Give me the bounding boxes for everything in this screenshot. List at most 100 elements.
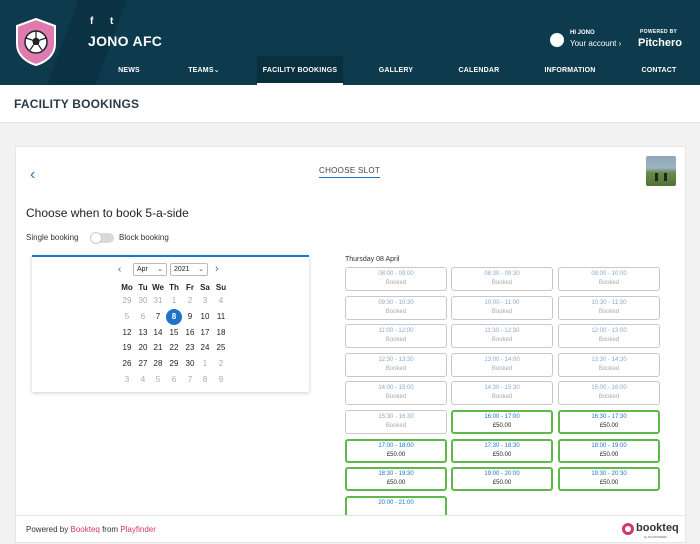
calendar-day[interactable]: 21 xyxy=(150,340,166,356)
calendar-day[interactable]: 16 xyxy=(182,325,198,341)
calendar-day[interactable]: 3 xyxy=(119,372,135,388)
twitter-icon[interactable]: t xyxy=(110,16,113,27)
calendar-day[interactable]: 5 xyxy=(119,309,135,325)
time-slot-booked[interactable]: 13:00 - 14:00 Booked xyxy=(451,352,553,377)
calendar-day[interactable]: 8 xyxy=(197,372,213,388)
nav-item-gallery[interactable]: GALLERY xyxy=(368,56,424,85)
calendar-day[interactable]: 13 xyxy=(135,325,151,341)
calendar-day[interactable]: 10 xyxy=(197,309,213,325)
pitchero-logo[interactable]: Pitchero xyxy=(638,37,682,49)
calendar-day[interactable]: 4 xyxy=(213,293,229,309)
time-slot-booked[interactable]: 14:00 - 15:00 Booked xyxy=(345,381,447,406)
calendar-day-selected[interactable]: 8 xyxy=(166,308,182,325)
booking-type-toggle[interactable] xyxy=(90,232,114,244)
nav-item-teams[interactable]: TEAMS⌄ xyxy=(176,56,232,85)
playfinder-link[interactable]: Playfinder xyxy=(120,525,156,534)
nav-item-facility-bookings[interactable]: FACILITY BOOKINGS xyxy=(257,56,343,85)
time-slot-available[interactable]: 19:00 - 20:00 £50.00 xyxy=(451,467,553,492)
calendar-day[interactable]: 15 xyxy=(166,325,182,341)
calendar-day[interactable]: 25 xyxy=(213,340,229,356)
bookteq-link[interactable]: Bookteq xyxy=(70,525,99,534)
time-slot-available[interactable]: 18:00 - 19:00 £50.00 xyxy=(558,438,660,463)
time-slot-available[interactable]: 16:00 - 17:00 £50.00 xyxy=(451,410,553,434)
time-slot-booked[interactable]: 14:30 - 15:30 Booked xyxy=(451,381,553,406)
time-slot-available[interactable]: 18:30 - 19:30 £50.00 xyxy=(345,467,447,492)
nav-item-information[interactable]: INFORMATION xyxy=(536,56,604,85)
calendar-day[interactable]: 5 xyxy=(150,372,166,388)
time-slot-booked[interactable]: 13:30 - 14:30 Booked xyxy=(558,352,660,377)
calendar-day[interactable]: 1 xyxy=(166,293,182,309)
time-slot-booked[interactable]: 08:00 - 09:00 Booked xyxy=(345,267,447,291)
time-slot-available[interactable]: 19:30 - 20:30 £50.00 xyxy=(558,467,660,492)
calendar-day[interactable]: 7 xyxy=(182,372,198,388)
time-slot-booked[interactable]: 10:00 - 11:00 Booked xyxy=(451,295,553,320)
calendar-day[interactable]: 30 xyxy=(135,293,151,309)
calendar-day[interactable]: 30 xyxy=(182,356,198,372)
calendar-day[interactable]: 3 xyxy=(197,293,213,309)
next-month-icon[interactable]: › xyxy=(215,263,219,275)
weekday-header: Sa xyxy=(200,283,210,292)
account-link[interactable]: Your account › xyxy=(570,39,621,48)
time-slot-booked[interactable]: 15:30 - 16:30 Booked xyxy=(345,410,447,434)
time-slot-booked[interactable]: 11:30 - 12:30 Booked xyxy=(451,324,553,349)
calendar-day[interactable]: 6 xyxy=(166,372,182,388)
calendar-day[interactable]: 28 xyxy=(150,356,166,372)
calendar-day[interactable]: 12 xyxy=(119,325,135,341)
bookteq-logo[interactable]: bookteq by PLAYFINDER xyxy=(622,520,679,540)
time-slot-booked[interactable]: 10:30 - 11:30 Booked xyxy=(558,295,660,320)
calendar-day[interactable]: 29 xyxy=(119,293,135,309)
calendar-day[interactable]: 27 xyxy=(135,356,151,372)
calendar-day[interactable]: 6 xyxy=(135,309,151,325)
calendar-day[interactable]: 29 xyxy=(166,356,182,372)
calendar-day[interactable]: 20 xyxy=(135,340,151,356)
account-menu[interactable]: HI JONO Your account › xyxy=(550,29,630,51)
calendar-day[interactable]: 22 xyxy=(166,340,182,356)
slot-time: 08:30 - 09:30 xyxy=(484,271,520,277)
time-slot-booked[interactable]: 12:30 - 13:30 Booked xyxy=(345,352,447,377)
time-slot-booked[interactable]: 12:00 - 13:00 Booked xyxy=(558,324,660,349)
calendar-day[interactable]: 31 xyxy=(150,293,166,309)
time-slot-booked[interactable]: 11:00 - 12:00 Booked xyxy=(345,324,447,349)
single-booking-label: Single booking xyxy=(26,233,79,242)
slot-price: £50.00 xyxy=(492,423,512,429)
facility-thumbnail[interactable] xyxy=(646,156,676,186)
nav-item-calendar[interactable]: CALENDAR xyxy=(450,56,508,85)
calendar-day[interactable]: 17 xyxy=(197,325,213,341)
month-select[interactable]: Apr ⌄ xyxy=(133,263,167,276)
slot-status: Booked xyxy=(491,365,513,372)
calendar-day[interactable]: 14 xyxy=(150,325,166,341)
time-slot-available[interactable]: 17:00 - 18:00 £50.00 xyxy=(345,438,447,463)
calendar-day[interactable]: 24 xyxy=(197,340,213,356)
prev-month-icon[interactable]: ‹ xyxy=(118,264,121,275)
footer-credit: Powered by Bookteq from Playfinder xyxy=(26,525,156,534)
calendar-day[interactable]: 19 xyxy=(119,340,135,356)
time-slot-booked[interactable]: 08:30 - 09:30 Booked xyxy=(451,267,553,291)
slot-time: 15:00 - 16:00 xyxy=(591,385,627,392)
time-slot-booked[interactable]: 09:00 - 10:00 Booked xyxy=(558,267,660,291)
facebook-icon[interactable]: f xyxy=(90,16,93,27)
calendar-day[interactable]: 9 xyxy=(213,372,229,388)
slot-time: 10:00 - 11:00 xyxy=(484,299,520,306)
calendar-day[interactable]: 2 xyxy=(213,356,229,372)
calendar-day[interactable]: 26 xyxy=(119,356,135,372)
widget-footer: Powered by Bookteq from Playfinder bookt… xyxy=(16,515,685,542)
time-slot-booked[interactable]: 15:00 - 16:00 Booked xyxy=(558,381,660,406)
time-slot-booked[interactable]: 09:30 - 10:30 Booked xyxy=(345,295,447,320)
calendar-day[interactable]: 9 xyxy=(182,309,198,325)
calendar-day[interactable]: 7 xyxy=(150,309,166,325)
slot-status: Booked xyxy=(598,280,620,286)
calendar-day[interactable]: 11 xyxy=(213,309,229,325)
back-arrow-icon[interactable]: ‹ xyxy=(30,166,35,184)
calendar-day[interactable]: 23 xyxy=(182,340,198,356)
calendar-day[interactable]: 2 xyxy=(182,293,198,309)
calendar-day[interactable]: 18 xyxy=(213,325,229,341)
time-slot-available[interactable]: 17:30 - 18:30 £50.00 xyxy=(451,438,553,463)
time-slot-available[interactable]: 16:30 - 17:30 £50.00 xyxy=(558,410,660,434)
nav-item-news[interactable]: NEWS xyxy=(108,56,150,85)
nav-item-contact[interactable]: CONTACT xyxy=(634,56,684,85)
calendar-day[interactable]: 4 xyxy=(135,372,151,388)
year-select[interactable]: 2021 ⌄ xyxy=(170,263,208,276)
calendar-day[interactable]: 1 xyxy=(197,356,213,372)
club-name[interactable]: JONO AFC xyxy=(88,33,162,49)
booking-heading: Choose when to book 5-a-side xyxy=(26,206,189,220)
